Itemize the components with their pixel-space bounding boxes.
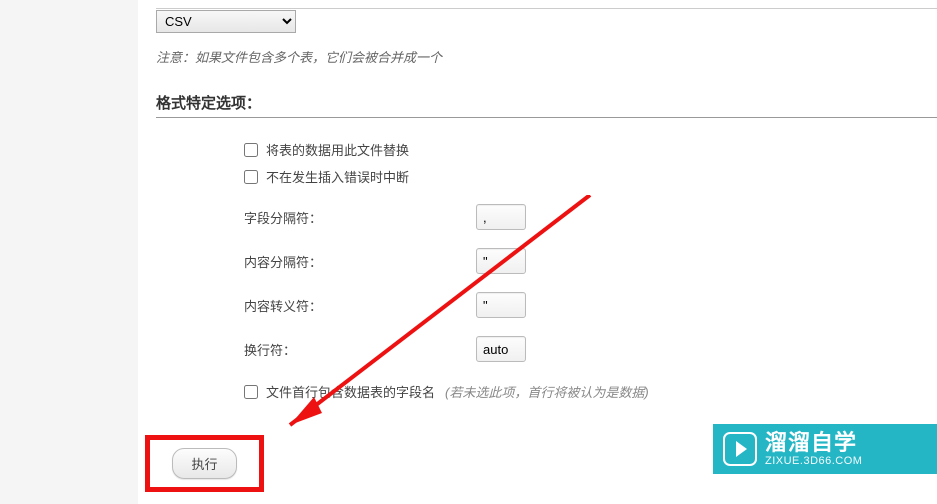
noabort-checkbox[interactable]: [244, 170, 258, 184]
left-gutter: [0, 0, 138, 504]
watermark-url: ZIXUE.3D66.COM: [765, 455, 862, 467]
escape-char-input[interactable]: [476, 292, 526, 318]
content-separator-input[interactable]: [476, 248, 526, 274]
watermark-text: 溜溜自学 ZIXUE.3D66.COM: [765, 431, 862, 467]
format-select[interactable]: CSV: [156, 10, 296, 33]
execute-highlight-box: 执行: [145, 435, 264, 492]
noabort-row: 不在发生插入错误时中断: [244, 167, 937, 186]
escape-char-row: 内容转义符：: [244, 292, 937, 318]
watermark-brand: 溜溜自学: [765, 431, 862, 455]
line-terminator-label: 换行符：: [244, 340, 476, 359]
content-separator-row: 内容分隔符：: [244, 248, 937, 274]
multi-table-note: 注意：如果文件包含多个表，它们会被合并成一个: [156, 47, 937, 66]
execute-button[interactable]: 执行: [172, 448, 236, 479]
escape-char-label: 内容转义符：: [244, 296, 476, 315]
field-separator-label: 字段分隔符：: [244, 208, 476, 227]
first-row-cols-row: 文件首行包含数据表的字段名 (若未选此项，首行将被认为是数据): [244, 382, 937, 401]
line-terminator-input[interactable]: [476, 336, 526, 362]
content-separator-label: 内容分隔符：: [244, 252, 476, 271]
replace-label: 将表的数据用此文件替换: [266, 140, 409, 159]
first-row-cols-hint: (若未选此项，首行将被认为是数据): [445, 382, 649, 401]
replace-checkbox[interactable]: [244, 143, 258, 157]
triangle-icon: [736, 441, 747, 457]
first-row-cols-label: 文件首行包含数据表的字段名: [266, 382, 435, 401]
line-terminator-row: 换行符：: [244, 336, 937, 362]
watermark: 溜溜自学 ZIXUE.3D66.COM: [713, 424, 937, 474]
first-row-cols-checkbox[interactable]: [244, 385, 258, 399]
noabort-label: 不在发生插入错误时中断: [266, 167, 409, 186]
format-options: 将表的数据用此文件替换 不在发生插入错误时中断 字段分隔符： 内容分隔符： 内容…: [156, 140, 937, 401]
top-divider: [156, 8, 937, 9]
field-separator-input[interactable]: [476, 204, 526, 230]
section-header: 格式特定选项：: [156, 92, 937, 118]
play-icon: [723, 432, 757, 466]
replace-row: 将表的数据用此文件替换: [244, 140, 937, 159]
field-separator-row: 字段分隔符：: [244, 204, 937, 230]
